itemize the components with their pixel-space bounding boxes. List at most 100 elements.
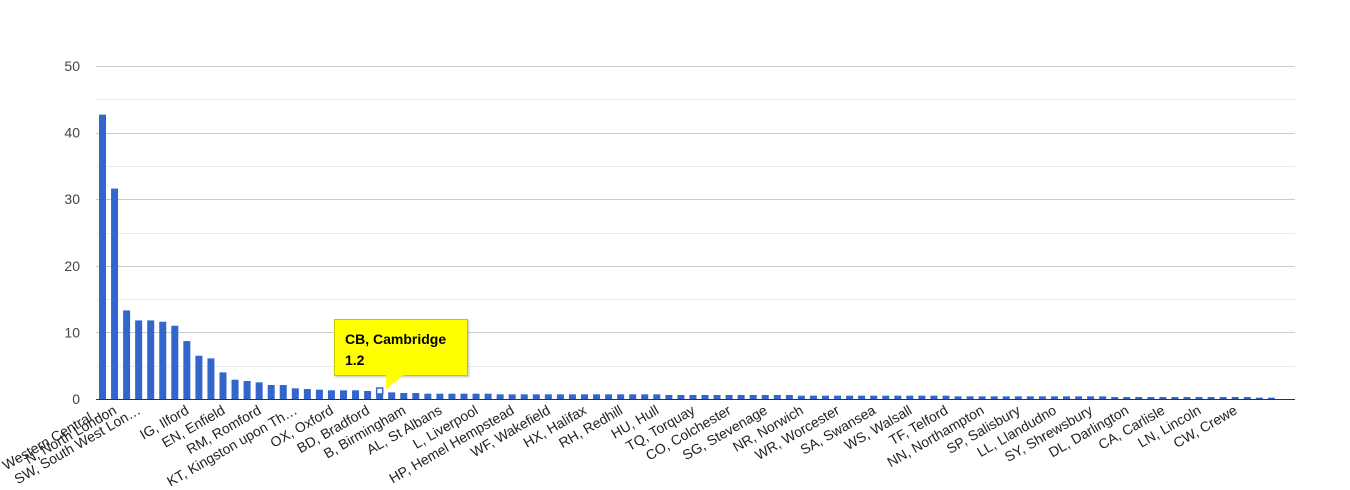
- bar[interactable]: [1014, 396, 1022, 399]
- bar[interactable]: [822, 395, 829, 399]
- bar[interactable]: [1038, 396, 1046, 399]
- bar[interactable]: [1002, 396, 1010, 399]
- bar[interactable]: [195, 355, 203, 399]
- bar[interactable]: [870, 395, 878, 399]
- bar[interactable]: [424, 393, 432, 399]
- bar[interactable]: [436, 393, 444, 399]
- bar[interactable]: [496, 394, 504, 399]
- bar[interactable]: [532, 394, 540, 399]
- bar[interactable]: [858, 395, 866, 399]
- bar[interactable]: [544, 394, 552, 399]
- bar[interactable]: [1159, 397, 1167, 399]
- bar[interactable]: [159, 321, 167, 399]
- bar[interactable]: [111, 188, 119, 399]
- bar[interactable]: [1183, 397, 1191, 399]
- bar[interactable]: [267, 385, 275, 399]
- bar[interactable]: [978, 396, 986, 399]
- bar[interactable]: [568, 394, 576, 399]
- bar[interactable]: [412, 393, 420, 399]
- bar[interactable]: [171, 325, 179, 399]
- bar[interactable]: [1243, 397, 1251, 399]
- bar[interactable]: [954, 396, 962, 399]
- bar[interactable]: [279, 385, 287, 399]
- bar[interactable]: [677, 395, 685, 399]
- bar[interactable]: [1026, 396, 1034, 399]
- bar[interactable]: [291, 388, 299, 399]
- bar[interactable]: [629, 394, 637, 399]
- bar[interactable]: [761, 395, 769, 399]
- bar[interactable]: [581, 394, 588, 399]
- bar[interactable]: [713, 395, 721, 399]
- bar[interactable]: [846, 395, 854, 399]
- bar[interactable]: [460, 393, 468, 399]
- bar[interactable]: [665, 395, 673, 399]
- bar[interactable]: [1195, 397, 1203, 399]
- bar[interactable]: [99, 114, 106, 400]
- bar[interactable]: [1075, 396, 1083, 399]
- bar[interactable]: [641, 394, 649, 399]
- bar[interactable]: [183, 341, 191, 399]
- y-tick-label: 20: [64, 258, 80, 274]
- bar[interactable]: [785, 395, 793, 399]
- bar[interactable]: [135, 320, 143, 399]
- bar[interactable]: [882, 395, 890, 399]
- bar[interactable]: [123, 310, 131, 399]
- bar[interactable]: [894, 395, 902, 399]
- bar[interactable]: [1219, 397, 1227, 399]
- bar[interactable]: [364, 391, 372, 399]
- bar[interactable]: [352, 390, 360, 399]
- bar[interactable]: [1255, 397, 1263, 399]
- bar[interactable]: [906, 395, 914, 399]
- bar[interactable]: [207, 358, 215, 399]
- bar[interactable]: [1171, 397, 1179, 399]
- bar[interactable]: [1147, 397, 1155, 399]
- y-tick-label: 0: [72, 391, 80, 407]
- bar[interactable]: [773, 395, 781, 399]
- bar[interactable]: [834, 395, 842, 399]
- bar[interactable]: [918, 395, 926, 399]
- bar[interactable]: [653, 394, 661, 399]
- bar-chart: 0 10 20 30 40 50 Western Central…N, North Lon…: [0, 58, 1295, 489]
- bar[interactable]: [484, 393, 492, 399]
- bar[interactable]: [243, 381, 251, 399]
- bar[interactable]: [593, 394, 601, 399]
- bar[interactable]: [400, 393, 408, 399]
- bar[interactable]: [231, 379, 239, 399]
- bar[interactable]: [147, 320, 155, 399]
- bar[interactable]: [966, 396, 974, 399]
- bar[interactable]: [605, 394, 613, 399]
- bar[interactable]: [303, 389, 311, 399]
- bar[interactable]: [520, 394, 528, 399]
- bar[interactable]: [1063, 396, 1070, 399]
- bar[interactable]: [508, 394, 516, 399]
- bar[interactable]: [1050, 396, 1058, 399]
- bar[interactable]: [930, 395, 938, 399]
- bar[interactable]: [1087, 396, 1095, 399]
- bar[interactable]: [1099, 396, 1107, 399]
- bar[interactable]: [1207, 397, 1215, 399]
- bar[interactable]: [219, 372, 227, 399]
- bar[interactable]: [388, 392, 396, 399]
- bar[interactable]: [255, 382, 263, 399]
- bar[interactable]: [1111, 397, 1119, 399]
- bar[interactable]: [556, 394, 564, 399]
- bar[interactable]: [327, 390, 335, 399]
- bar[interactable]: [809, 395, 817, 399]
- bar[interactable]: [990, 396, 998, 399]
- bar[interactable]: [1267, 397, 1275, 399]
- bar[interactable]: [1231, 397, 1239, 399]
- bar[interactable]: [942, 395, 950, 399]
- bar[interactable]: [689, 395, 697, 399]
- bar[interactable]: [1123, 397, 1131, 399]
- bar[interactable]: [472, 393, 480, 399]
- bar[interactable]: [749, 395, 757, 399]
- bar[interactable]: [1135, 397, 1143, 399]
- bar[interactable]: [315, 389, 323, 399]
- bar[interactable]: [797, 395, 805, 399]
- bar[interactable]: [737, 395, 745, 399]
- bar[interactable]: [448, 393, 456, 399]
- bar[interactable]: [617, 394, 625, 399]
- bar[interactable]: [701, 395, 709, 399]
- bar[interactable]: [725, 395, 733, 399]
- bar[interactable]: [340, 390, 347, 399]
